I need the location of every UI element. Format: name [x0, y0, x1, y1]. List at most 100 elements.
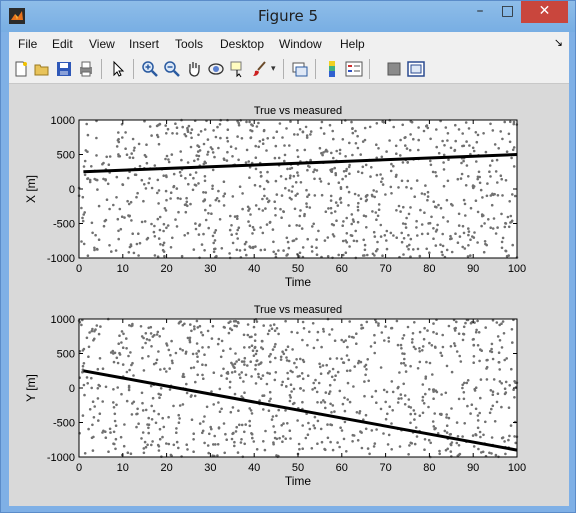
measured-point	[466, 379, 470, 382]
brush-icon[interactable]	[251, 60, 269, 78]
measured-point	[364, 373, 367, 377]
axes-1: 0 10 20 30 40 50 60 70 80 90 100-1000-50005001000T…	[24, 105, 526, 289]
measured-point	[295, 358, 298, 361]
measured-point	[252, 354, 256, 358]
dock-arrow-icon[interactable]: ↘	[554, 36, 563, 49]
show-plot-tools-icon[interactable]	[407, 60, 425, 78]
measured-point	[330, 211, 333, 215]
measured-point	[262, 408, 265, 411]
measured-point	[502, 332, 506, 335]
measured-point	[359, 197, 363, 201]
measured-point	[359, 360, 363, 364]
measured-point	[140, 178, 144, 182]
measured-point	[366, 447, 370, 450]
measured-point	[94, 328, 97, 331]
y-tick-label: -500	[53, 418, 75, 430]
measured-point	[337, 253, 341, 257]
measured-point	[140, 437, 143, 440]
measured-point	[418, 347, 421, 350]
link-plot-icon[interactable]	[291, 60, 309, 78]
menu-edit[interactable]: Edit	[52, 37, 73, 51]
measured-point	[282, 210, 285, 213]
measured-point	[445, 198, 449, 202]
measured-point	[83, 159, 87, 163]
measured-point	[476, 426, 480, 430]
measured-point	[152, 230, 156, 234]
measured-point	[218, 218, 222, 221]
minimize-button[interactable]: –	[466, 1, 494, 23]
maximize-button[interactable]: □	[494, 1, 521, 23]
measured-point	[193, 325, 196, 328]
measured-point	[451, 204, 454, 207]
measured-point	[313, 426, 317, 430]
measured-point	[212, 250, 216, 254]
measured-point	[253, 346, 257, 350]
measured-point	[366, 358, 370, 361]
measured-point	[261, 339, 264, 343]
measured-point	[375, 143, 378, 146]
measured-point	[283, 159, 286, 163]
measured-point	[87, 427, 90, 431]
measured-point	[352, 385, 355, 388]
measured-point	[466, 255, 470, 258]
measured-point	[96, 397, 100, 400]
measured-point	[340, 429, 344, 432]
measured-point	[252, 228, 256, 231]
measured-point	[216, 125, 219, 129]
measured-point	[246, 333, 250, 337]
measured-point	[269, 324, 272, 327]
menu-view[interactable]: View	[89, 37, 115, 51]
print-icon[interactable]	[77, 60, 95, 78]
measured-point	[295, 237, 298, 241]
hide-plot-tools-icon[interactable]	[385, 60, 403, 78]
measured-point	[151, 396, 155, 400]
close-button[interactable]: ✕	[521, 1, 568, 23]
measured-point	[90, 376, 93, 380]
menu-file[interactable]: File	[18, 37, 37, 51]
measured-point	[500, 405, 503, 409]
measured-point	[479, 396, 482, 400]
measured-point	[281, 380, 285, 384]
measured-point	[428, 251, 431, 254]
menu-tools[interactable]: Tools	[175, 37, 203, 51]
measured-point	[99, 325, 102, 328]
new-figure-icon[interactable]	[12, 60, 30, 78]
menu-insert[interactable]: Insert	[129, 37, 159, 51]
data-cursor-icon[interactable]	[229, 60, 247, 78]
measured-point	[169, 197, 172, 200]
pan-hand-icon[interactable]	[185, 60, 203, 78]
measured-point	[324, 210, 328, 213]
save-icon[interactable]	[55, 60, 73, 78]
measured-point	[504, 249, 508, 253]
edit-plot-arrow-icon[interactable]	[109, 60, 127, 78]
zoom-in-icon[interactable]	[141, 60, 159, 78]
open-file-icon[interactable]	[33, 60, 51, 78]
measured-point	[184, 210, 188, 214]
measured-point	[185, 382, 188, 386]
rotate-3d-icon[interactable]	[207, 60, 225, 78]
measured-point	[345, 450, 348, 453]
measured-point	[417, 138, 421, 142]
menu-desktop[interactable]: Desktop	[220, 37, 264, 51]
measured-point	[188, 338, 191, 342]
measured-point	[228, 252, 231, 255]
brush-dropdown-icon[interactable]: ▾	[271, 60, 279, 78]
measured-point	[342, 340, 346, 344]
menu-help[interactable]: Help	[340, 37, 365, 51]
measured-point	[470, 403, 474, 407]
measured-point	[456, 241, 460, 244]
insert-colorbar-icon[interactable]	[323, 60, 341, 78]
measured-point	[366, 253, 369, 257]
measured-point	[333, 166, 337, 170]
measured-point	[175, 427, 178, 430]
measured-point	[401, 222, 405, 225]
measured-point	[403, 136, 407, 140]
measured-point	[453, 149, 456, 153]
title-bar[interactable]: Figure 5 – □ ✕	[1, 1, 575, 32]
measured-point	[415, 226, 418, 229]
zoom-out-icon[interactable]	[163, 60, 181, 78]
menu-window[interactable]: Window	[279, 37, 322, 51]
measured-point	[213, 434, 216, 438]
insert-legend-icon[interactable]	[345, 60, 363, 78]
measured-point	[421, 399, 425, 402]
